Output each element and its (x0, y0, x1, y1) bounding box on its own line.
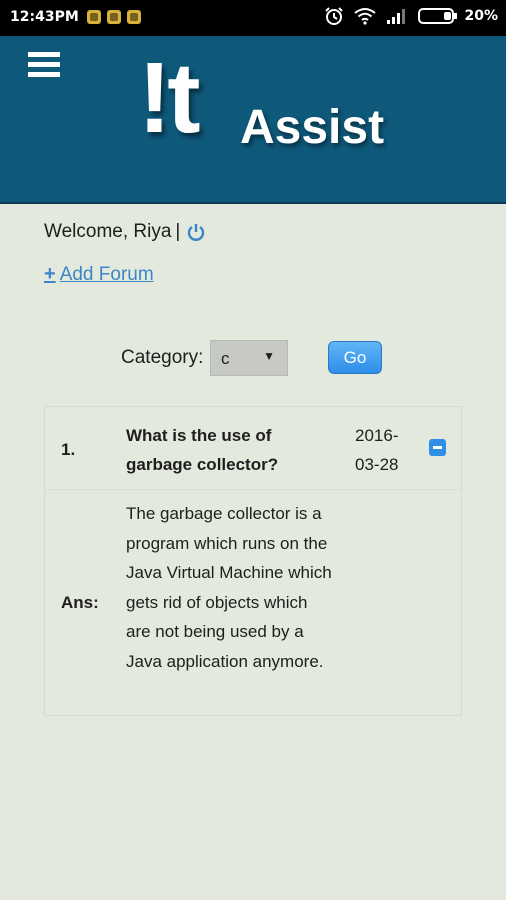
notification-icon (106, 10, 121, 24)
welcome-line: Welcome, Riya | (44, 221, 206, 243)
power-icon[interactable] (186, 222, 206, 242)
menu-icon-bar (28, 72, 60, 77)
welcome-text: Welcome, Riya (44, 221, 172, 242)
category-label: Category: (121, 347, 204, 368)
status-left: 12:43PM (10, 9, 147, 25)
signal-icon (387, 9, 406, 24)
menu-button[interactable] (28, 52, 60, 80)
plus-icon: + (44, 263, 56, 285)
collapse-icon[interactable] (429, 439, 446, 456)
category-select[interactable]: c ▼ (210, 340, 288, 376)
logo-mark: !t (138, 42, 201, 154)
faq-answer: The garbage collector is a program which… (126, 504, 332, 671)
add-forum-label: Add Forum (59, 263, 154, 285)
menu-icon-bar (28, 52, 60, 57)
battery-percent: 20% (464, 8, 498, 24)
notification-icon (126, 10, 141, 24)
app-logo: !t Assist (138, 48, 388, 178)
status-right: 20% (314, 6, 498, 26)
add-forum-link[interactable]: + Add Forum (44, 263, 154, 286)
battery-icon (418, 8, 458, 24)
faq-answer-label: Ans: (61, 593, 99, 612)
dropdown-arrow-icon: ▼ (263, 349, 275, 363)
faq-question: What is the use of garbage collector? (126, 426, 279, 474)
alarm-icon (325, 7, 344, 25)
status-time: 12:43PM (10, 9, 79, 25)
logo-word: Assist (240, 101, 385, 154)
welcome-separator: | (175, 221, 181, 242)
app-header: !t Assist (0, 36, 506, 204)
menu-icon-bar (28, 62, 60, 67)
faq-number: 1. (61, 440, 76, 459)
faq-date: 2016-03-28 (355, 426, 399, 474)
go-button[interactable]: Go (328, 341, 382, 374)
status-bar: 12:43PM 20% (0, 0, 506, 36)
notification-icon (86, 10, 101, 24)
faq-item: 1. What is the use of garbage collector?… (44, 406, 462, 716)
category-value: c (221, 349, 230, 368)
wifi-icon (354, 8, 377, 25)
faq-question-row: 1. What is the use of garbage collector?… (45, 407, 461, 490)
